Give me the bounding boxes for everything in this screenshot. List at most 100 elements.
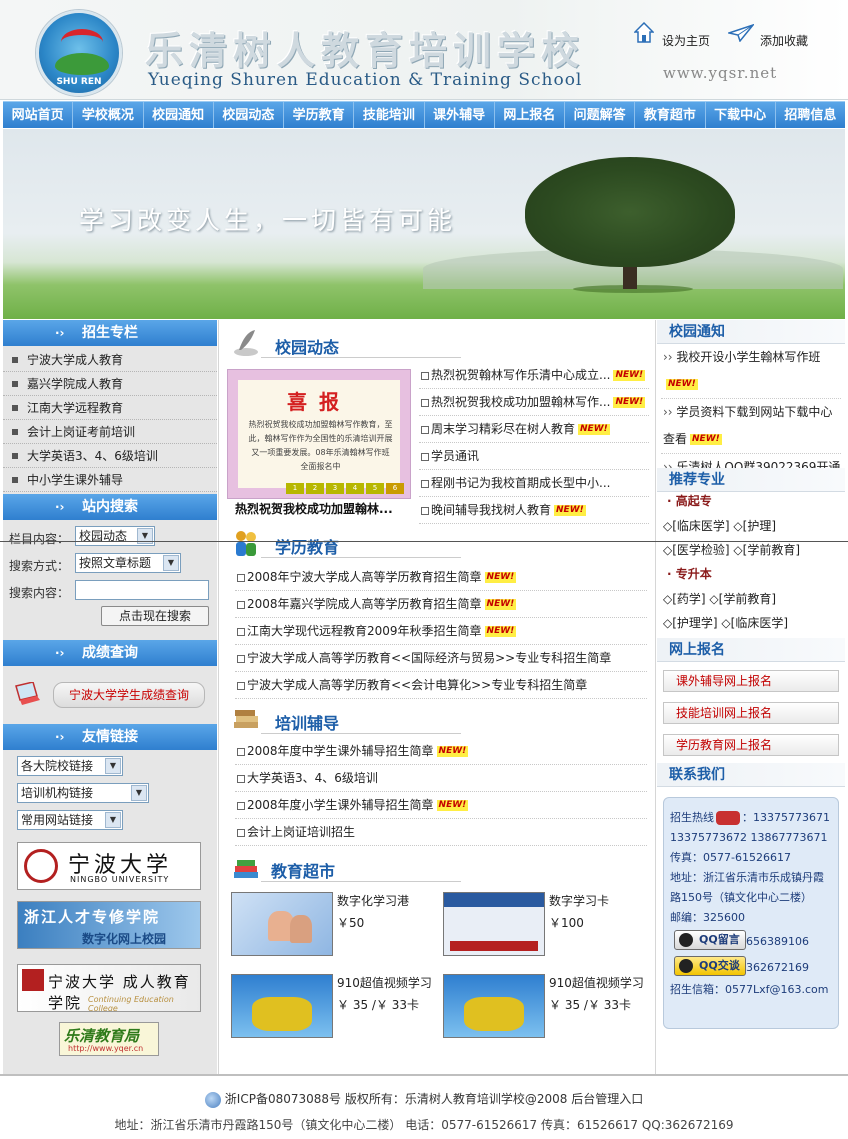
news-item[interactable]: 晚间辅导我找树人教育 NEW! (419, 497, 649, 524)
home-icon[interactable] (634, 22, 654, 44)
notice-item[interactable]: 学员资料下载到网站下载中心查看NEW! (661, 399, 841, 454)
edu-bureau-name: 乐清教育局 (64, 1027, 140, 1045)
score-query-button[interactable]: 宁波大学学生成绩查询 (53, 682, 205, 708)
qq-chat-button[interactable]: QQ交谈 (674, 956, 746, 976)
search-mode-select[interactable]: 按照文章标题 ▼ (75, 553, 181, 573)
major-header[interactable]: 推荐专业 (657, 468, 845, 492)
nav-about[interactable]: 学校概况 (73, 102, 144, 128)
zhejiang-talent-link[interactable]: 浙江人才专修学院 数字化网上校园 (17, 901, 201, 949)
nav-notice[interactable]: 校园通知 (144, 102, 214, 128)
product-card[interactable]: 910超值视频学习 ￥ 35 /￥ 33卡 (231, 974, 441, 1040)
major-category-label: 高起专 (675, 494, 712, 508)
major-row[interactable]: ◇[临床医学] ◇[护理] (663, 517, 776, 534)
pager-dot[interactable]: 1 (286, 483, 304, 494)
new-badge: NEW! (484, 599, 517, 610)
nav-degree[interactable]: 学历教育 (284, 102, 355, 128)
pager-dot[interactable]: 2 (306, 483, 324, 494)
product-card[interactable]: 数字学习卡 ￥100 (443, 892, 653, 958)
set-home-link[interactable]: 设为主页 (662, 32, 710, 49)
product-card[interactable]: 910超值视频学习 ￥ 35 /￥ 33卡 (443, 974, 653, 1040)
edu-market-title[interactable]: 教育超市 (271, 858, 335, 882)
common-links-select[interactable]: 常用网站链接 ▼ (17, 810, 123, 830)
nav-news[interactable]: 校园动态 (214, 102, 284, 128)
divider (261, 557, 461, 558)
news-item[interactable]: 程刚书记为我校首期成长型中小... (419, 470, 649, 497)
major-row[interactable]: ◇[药学] ◇[学前教育] (663, 590, 776, 607)
arrow-icon: ·› (55, 646, 65, 660)
footer-copyright-text[interactable]: 浙ICP备08073088号 版权所有：乐清树人教育培训学校@2008 后台管理… (225, 1092, 643, 1106)
register-skills-button[interactable]: 技能培训网上报名 (663, 702, 839, 724)
search-button[interactable]: 点击现在搜索 (101, 606, 209, 626)
ningbo-university-link[interactable]: 宁波大学 NINGBO UNIVERSITY (17, 842, 201, 890)
training-links-select[interactable]: 培训机构链接 ▼ (17, 783, 149, 803)
nav-skills[interactable]: 技能培训 (354, 102, 425, 128)
register-header[interactable]: 网上报名 (657, 638, 845, 662)
college-links-select[interactable]: 各大院校链接 ▼ (17, 756, 123, 776)
news-item[interactable]: 宁波大学成人高等学历教育<<会计电算化>>专业专科招生简章 (235, 672, 647, 699)
news-item[interactable]: 2008年宁波大学成人高等学历教育招生简章 NEW! (235, 564, 647, 591)
news-item[interactable]: 宁波大学成人高等学历教育<<国际经济与贸易>>专业专科招生简章 (235, 645, 647, 672)
recruit-item[interactable]: 江南大学远程教育 (3, 396, 217, 420)
news-item[interactable]: 学员通讯 (419, 443, 649, 470)
register-degree-button[interactable]: 学历教育网上报名 (663, 734, 839, 756)
news-item[interactable]: 2008年嘉兴学院成人高等学历教育招生简章 NEW! (235, 591, 647, 618)
recruit-item[interactable]: 中小学生课外辅导 (3, 468, 217, 492)
logo-leaf-shape (55, 53, 109, 75)
pager-dot-active[interactable]: 6 (386, 483, 404, 494)
news-item-text: 周末学习精彩尽在树人教育 (431, 422, 576, 436)
news-item[interactable]: 周末学习精彩尽在树人教育 NEW! (419, 416, 649, 443)
recruit-item[interactable]: 大学英语3、4、6级培训 (3, 444, 217, 468)
recruit-item[interactable]: 嘉兴学院成人教育 (3, 372, 217, 396)
news-slideshow[interactable]: 喜报 热烈祝贺我校成功加盟翰林写作教育，至此，翰林写作作为全国性的乐清培训开展又… (227, 369, 411, 499)
notice-item[interactable]: 乐清树人QQ群39022369开通 (661, 454, 841, 468)
recruit-item[interactable]: 会计上岗证考前培训 (3, 420, 217, 444)
news-item[interactable]: 热烈祝贺我校成功加盟翰林写作... NEW! (419, 389, 649, 416)
pager-dot[interactable]: 4 (346, 483, 364, 494)
register-tutoring-button[interactable]: 课外辅导网上报名 (663, 670, 839, 692)
recruit-item[interactable]: 宁波大学成人教育 (3, 348, 217, 372)
training-title[interactable]: 培训辅导 (275, 710, 339, 734)
divider (261, 733, 461, 734)
pager-dot[interactable]: 3 (326, 483, 344, 494)
campus-news-title[interactable]: 校园动态 (275, 334, 339, 358)
new-badge: NEW! (578, 424, 610, 435)
pager-dot[interactable]: 5 (366, 483, 384, 494)
nav-register[interactable]: 网上报名 (495, 102, 565, 128)
degree-edu-title[interactable]: 学历教育 (275, 534, 339, 558)
search-column-select[interactable]: 校园动态 ▼ (75, 526, 155, 546)
slideshow-caption[interactable]: 热烈祝贺我校成功加盟翰林... (235, 500, 393, 517)
new-badge: NEW! (436, 800, 469, 811)
news-item-text: 2008年度小学生课外辅导招生简章 (247, 798, 434, 812)
ningbo-adult-edu-link[interactable]: 宁波大学 成人教育学院 Continuing Education College (17, 964, 201, 1012)
school-logo[interactable]: SHU REN (36, 10, 122, 96)
contact-header[interactable]: 联系我们 (657, 763, 845, 787)
news-item[interactable]: 热烈祝贺翰林写作乐清中心成立... NEW! (419, 362, 649, 389)
nav-faq[interactable]: 问题解答 (565, 102, 636, 128)
news-item[interactable]: 会计上岗证培训招生 (235, 819, 647, 846)
qq-row: QQ留言 656389106 (670, 928, 832, 954)
qq-message-button[interactable]: QQ留言 (674, 930, 746, 950)
major-row[interactable]: ◇[医学检验] ◇[学前教育] (663, 541, 800, 558)
friend-links: 各大院校链接 ▼ 培训机构链接 ▼ 常用网站链接 ▼ 宁波大学 NINGBO UNIV… (3, 750, 217, 1070)
nav-market[interactable]: 教育超市 (635, 102, 706, 128)
add-favorite-link[interactable]: 添加收藏 (760, 32, 808, 49)
product-card[interactable]: 数字化学习港 ￥50 (231, 892, 441, 958)
nav-jobs[interactable]: 招聘信息 (776, 102, 845, 128)
fax: 传真：0577-61526617 (670, 851, 791, 864)
nav-download[interactable]: 下载中心 (706, 102, 776, 128)
major-row[interactable]: ◇[护理学] ◇[临床医学] (663, 614, 788, 631)
news-item[interactable]: 江南大学现代远程教育2009年秋季招生简章 NEW! (235, 618, 647, 645)
left-sidebar: ·› 招生专栏 宁波大学成人教育 嘉兴学院成人教育 江南大学远程教育 会计上岗证考… (3, 320, 217, 1077)
yueqing-edu-bureau-link[interactable]: 乐清教育局 http://www.yqer.cn (59, 1022, 159, 1056)
paper-plane-icon[interactable] (728, 24, 754, 42)
news-item[interactable]: 大学英语3、4、6级培训 (235, 765, 647, 792)
chevron-down-icon: ▼ (105, 758, 121, 774)
news-item[interactable]: 2008年度中学生课外辅导招生简章 NEW! (235, 738, 647, 765)
nav-tutoring[interactable]: 课外辅导 (425, 102, 495, 128)
notice-item[interactable]: 我校开设小学生翰林写作班 NEW! (661, 344, 841, 399)
news-item[interactable]: 2008年度小学生课外辅导招生简章 NEW! (235, 792, 647, 819)
notice-header[interactable]: 校园通知 (657, 320, 845, 344)
score-query: 宁波大学学生成绩查询 (3, 666, 217, 724)
nav-home[interactable]: 网站首页 (3, 102, 74, 128)
search-input[interactable] (75, 580, 209, 600)
